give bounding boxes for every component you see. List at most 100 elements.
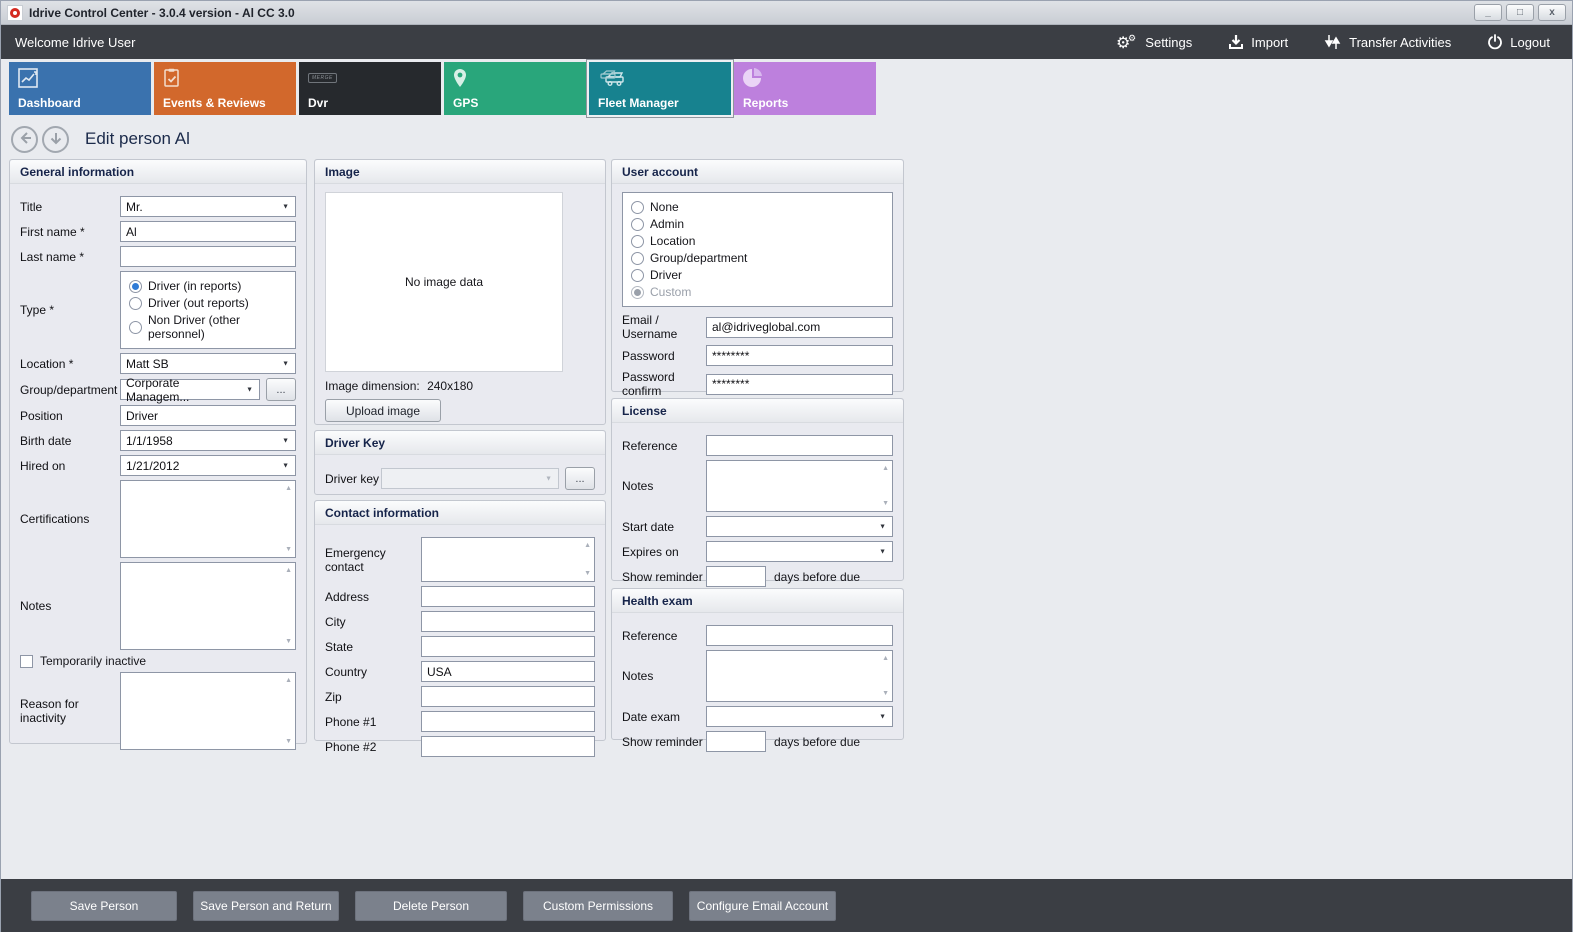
panel-image: Image No image data Image dimension: 240… — [314, 159, 606, 425]
first-name-field[interactable] — [120, 221, 296, 242]
radio-role-none[interactable]: None — [631, 200, 884, 214]
configure-email-button[interactable]: Configure Email Account — [689, 891, 836, 921]
back-button[interactable] — [11, 126, 38, 153]
password-confirm-field[interactable] — [706, 374, 893, 395]
health-date-exam-picker[interactable]: ▼ — [706, 706, 893, 727]
tab-fleet-manager[interactable]: Fleet Manager — [589, 62, 731, 115]
phone1-label: Phone #1 — [325, 715, 421, 729]
reason-inactivity-textarea[interactable]: ▲▼ — [120, 672, 296, 750]
tab-label: Events & Reviews — [163, 96, 287, 110]
radio-icon — [129, 280, 142, 293]
state-field[interactable] — [421, 636, 595, 657]
save-person-return-button[interactable]: Save Person and Return — [193, 891, 339, 921]
panel-driver-key: Driver Key Driver key ▼ ... — [314, 430, 606, 495]
tab-label: Dashboard — [18, 96, 142, 110]
upload-image-button[interactable]: Upload image — [325, 399, 441, 422]
health-reminder-label: Show reminder — [622, 735, 706, 749]
radio-role-group-department[interactable]: Group/department — [631, 251, 884, 265]
delete-person-button[interactable]: Delete Person — [355, 891, 507, 921]
zip-field[interactable] — [421, 686, 595, 707]
phone2-field[interactable] — [421, 736, 595, 757]
import-button[interactable]: Import — [1228, 34, 1288, 50]
custom-permissions-button[interactable]: Custom Permissions — [523, 891, 673, 921]
radio-role-driver[interactable]: Driver — [631, 268, 884, 282]
country-label: Country — [325, 665, 421, 679]
license-reminder-field[interactable] — [706, 566, 766, 587]
window-title: Idrive Control Center - 3.0.4 version - … — [29, 6, 295, 20]
app-icon — [7, 5, 23, 21]
radio-icon — [631, 286, 644, 299]
password-field[interactable] — [706, 345, 893, 366]
chevron-down-icon: ▼ — [879, 713, 886, 720]
health-notes-textarea[interactable]: ▲▼ — [706, 650, 893, 702]
password-confirm-label: Password confirm — [622, 370, 706, 398]
transfer-activities-button[interactable]: Transfer Activities — [1324, 33, 1451, 51]
maximize-button[interactable]: □ — [1506, 4, 1534, 21]
address-field[interactable] — [421, 586, 595, 607]
temporarily-inactive-row[interactable]: Temporarily inactive — [20, 654, 296, 668]
location-select[interactable]: Matt SB▼ — [120, 353, 296, 374]
health-date-exam-label: Date exam — [622, 710, 706, 724]
arrow-down-icon — [49, 131, 63, 148]
phone1-field[interactable] — [421, 711, 595, 732]
hired-on-picker[interactable]: 1/21/2012▼ — [120, 455, 296, 476]
license-reference-field[interactable] — [706, 435, 893, 456]
license-reminder-label: Show reminder — [622, 570, 706, 584]
page-title: Edit person Al — [85, 129, 190, 149]
tab-dashboard[interactable]: Dashboard — [9, 62, 151, 115]
hired-on-label: Hired on — [20, 459, 120, 473]
license-expires-picker[interactable]: ▼ — [706, 541, 893, 562]
minimize-button[interactable]: _ — [1474, 4, 1502, 21]
license-notes-textarea[interactable]: ▲▼ — [706, 460, 893, 512]
notes-textarea[interactable]: ▲▼ — [120, 562, 296, 650]
health-notes-label: Notes — [622, 669, 706, 683]
temporarily-inactive-checkbox[interactable] — [20, 655, 33, 668]
city-field[interactable] — [421, 611, 595, 632]
position-field[interactable] — [120, 405, 296, 426]
group-department-select[interactable]: Corporate Managem...▼ — [120, 379, 260, 400]
collapse-button[interactable] — [42, 126, 69, 153]
module-tabs: Dashboard Events & Reviews MERGE Dvr GPS… — [1, 59, 1572, 119]
certifications-textarea[interactable]: ▲▼ — [120, 480, 296, 558]
birth-date-picker[interactable]: 1/1/1958▼ — [120, 430, 296, 451]
scroll-down-icon: ▼ — [882, 690, 889, 697]
save-person-button[interactable]: Save Person — [31, 891, 177, 921]
radio-driver-in-reports[interactable]: Driver (in reports) — [129, 279, 287, 293]
phone2-label: Phone #2 — [325, 740, 421, 754]
radio-role-location[interactable]: Location — [631, 234, 884, 248]
role-radio-group: None Admin Location Group/department Dri… — [622, 192, 893, 307]
tab-dvr[interactable]: MERGE Dvr — [299, 62, 441, 115]
close-button[interactable]: x — [1538, 4, 1566, 21]
tab-label: Reports — [743, 96, 867, 110]
health-reminder-field[interactable] — [706, 731, 766, 752]
radio-driver-out-reports[interactable]: Driver (out reports) — [129, 296, 287, 310]
dashboard-icon — [18, 67, 142, 89]
tab-reports[interactable]: Reports — [734, 62, 876, 115]
scroll-up-icon: ▲ — [285, 567, 292, 574]
driver-key-browse-button[interactable]: ... — [565, 467, 595, 490]
gear-icon: ⚙⚙ — [1116, 32, 1138, 52]
radio-role-admin[interactable]: Admin — [631, 217, 884, 231]
last-name-field[interactable] — [120, 246, 296, 267]
address-label: Address — [325, 590, 421, 604]
temporarily-inactive-label: Temporarily inactive — [40, 654, 146, 668]
chevron-down-icon: ▼ — [879, 523, 886, 530]
radio-non-driver[interactable]: Non Driver (other personnel) — [129, 313, 287, 341]
email-username-field[interactable] — [706, 317, 893, 338]
last-name-label: Last name * — [20, 250, 120, 264]
driver-key-select[interactable]: ▼ — [381, 468, 559, 489]
tab-events-reviews[interactable]: Events & Reviews — [154, 62, 296, 115]
tab-label: Dvr — [308, 96, 432, 110]
title-select[interactable]: Mr.▼ — [120, 196, 296, 217]
top-bar: Welcome Idrive User ⚙⚙ Settings Import T… — [1, 25, 1572, 59]
country-field[interactable] — [421, 661, 595, 682]
group-browse-button[interactable]: ... — [266, 378, 296, 401]
license-start-date-picker[interactable]: ▼ — [706, 516, 893, 537]
logout-button[interactable]: Logout — [1487, 34, 1550, 50]
chevron-down-icon: ▼ — [545, 475, 552, 482]
emergency-contact-textarea[interactable]: ▲▼ — [421, 537, 595, 582]
health-reference-field[interactable] — [706, 625, 893, 646]
license-reference-label: Reference — [622, 439, 706, 453]
settings-button[interactable]: ⚙⚙ Settings — [1116, 32, 1192, 52]
tab-gps[interactable]: GPS — [444, 62, 586, 115]
